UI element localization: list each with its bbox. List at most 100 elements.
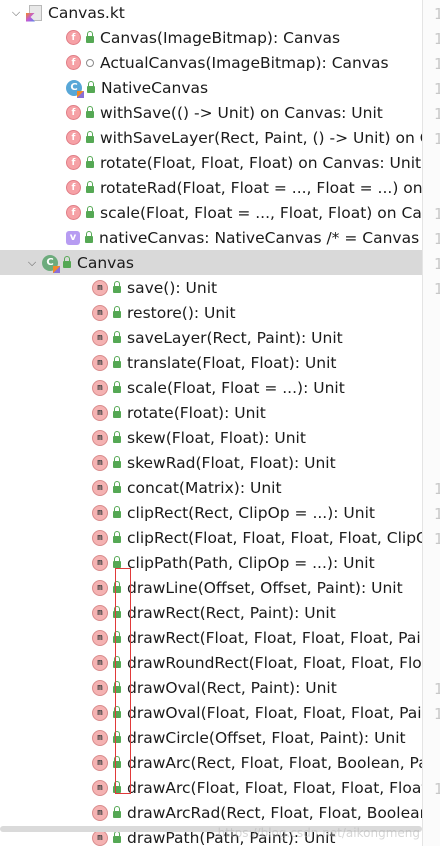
method-icon: m — [92, 404, 108, 421]
function-icon: f — [66, 55, 81, 70]
public-visibility-icon — [86, 106, 94, 118]
method-item[interactable]: m drawArcRad(Rect, Float, Float, Boolean,… — [0, 800, 422, 825]
method-item[interactable]: m drawArc(Float, Float, Float, Float, Flo… — [0, 775, 422, 800]
tree-node[interactable]: f withSaveLayer(Rect, Paint, () -> Unit) … — [0, 125, 422, 150]
method-item[interactable]: m rotate(Float): Unit — [0, 400, 422, 425]
node-label: rotate(Float, Float, Float) on Canvas: U… — [100, 153, 422, 172]
tree-node[interactable]: f ActualCanvas(ImageBitmap): Canvas — [0, 50, 422, 75]
public-visibility-icon — [63, 256, 71, 268]
line-number: 1 — [434, 130, 440, 148]
public-visibility-icon — [113, 831, 121, 843]
method-item[interactable]: m concat(Matrix): Unit — [0, 475, 422, 500]
node-label: nativeCanvas: NativeCanvas /* = Canvas *… — [99, 228, 422, 247]
method-item[interactable]: m drawOval(Float, Float, Float, Float, Pa… — [0, 700, 422, 725]
method-item[interactable]: m saveLayer(Rect, Paint): Unit — [0, 325, 422, 350]
public-visibility-icon — [86, 181, 94, 193]
class-icon: C — [42, 254, 60, 273]
public-visibility-icon — [113, 406, 121, 418]
method-icon: m — [92, 654, 108, 671]
method-icon: m — [92, 804, 108, 821]
method-item[interactable]: m save(): Unit — [0, 275, 422, 300]
method-item[interactable]: m restore(): Unit — [0, 300, 422, 325]
method-item[interactable]: m drawCircle(Offset, Float, Paint): Unit — [0, 725, 422, 750]
method-item[interactable]: m clipRect(Rect, ClipOp = ...): Unit — [0, 500, 422, 525]
public-visibility-icon — [113, 481, 121, 493]
method-item[interactable]: m clipRect(Float, Float, Float, Float, Cl… — [0, 525, 422, 550]
node-label: drawCircle(Offset, Float, Paint): Unit — [127, 728, 406, 747]
method-item[interactable]: m drawRect(Float, Float, Float, Float, Pa… — [0, 625, 422, 650]
method-icon: m — [92, 454, 108, 471]
tree-node[interactable]: v nativeCanvas: NativeCanvas /* = Canvas … — [0, 225, 422, 250]
public-visibility-icon — [113, 556, 121, 568]
node-label: drawRect(Rect, Paint): Unit — [127, 603, 336, 622]
method-icon: m — [92, 629, 108, 646]
line-number: 1 — [434, 505, 440, 523]
expand-arrow-icon[interactable]: ⌵ — [10, 6, 22, 20]
line-number: 1 — [434, 205, 440, 223]
line-number: 1 — [434, 530, 440, 548]
line-number: 1 — [434, 780, 440, 798]
method-item[interactable]: m scale(Float, Float = ...): Unit — [0, 375, 422, 400]
property-icon: v — [66, 230, 80, 245]
node-label: skew(Float, Float): Unit — [127, 428, 306, 447]
tree-node[interactable]: f scale(Float, Float = ..., Float, Float)… — [0, 200, 422, 225]
node-label: saveLayer(Rect, Paint): Unit — [127, 328, 343, 347]
public-visibility-icon — [113, 456, 121, 468]
function-icon: f — [66, 30, 81, 45]
node-label: drawArc(Rect, Float, Float, Boolean, Pai… — [127, 753, 422, 772]
node-label: drawArcRad(Rect, Float, Float, Boolean, … — [127, 803, 422, 822]
tree-node[interactable]: ⌵ C Canvas — [0, 250, 440, 275]
highlight-box — [115, 568, 131, 794]
node-label: skewRad(Float, Float): Unit — [127, 453, 336, 472]
tree-node[interactable]: C NativeCanvas — [0, 75, 422, 100]
method-item[interactable]: m drawLine(Offset, Offset, Paint): Unit — [0, 575, 422, 600]
tree-node[interactable]: f rotate(Float, Float, Float) on Canvas: … — [0, 150, 422, 175]
kotlin-file-icon — [26, 4, 44, 22]
method-item[interactable]: m drawArc(Rect, Float, Float, Boolean, Pa… — [0, 750, 422, 775]
method-icon: m — [92, 529, 108, 546]
node-label: withSaveLayer(Rect, Paint, () -> Unit) o… — [100, 128, 422, 147]
method-icon: m — [92, 704, 108, 721]
method-icon: m — [92, 754, 108, 771]
method-item[interactable]: m clipPath(Path, ClipOp = ...): Unit — [0, 550, 422, 575]
method-icon: m — [92, 354, 108, 371]
internal-visibility-icon — [86, 58, 94, 67]
tree-node[interactable]: f rotateRad(Float, Float = ..., Float = .… — [0, 175, 422, 200]
method-icon: m — [92, 604, 108, 621]
line-number: 1 — [434, 230, 440, 248]
tree-node[interactable]: f withSave(() -> Unit) on Canvas: Unit — [0, 100, 422, 125]
line-number: 1 — [434, 105, 440, 123]
method-item[interactable]: m translate(Float, Float): Unit — [0, 350, 422, 375]
node-label: translate(Float, Float): Unit — [127, 353, 337, 372]
line-number: 1 — [434, 5, 440, 23]
node-label: drawArc(Float, Float, Float, Float, Floa… — [127, 778, 422, 797]
method-item[interactable]: m skew(Float, Float): Unit — [0, 425, 422, 450]
watermark: https://blog.csdn.net/aikongmeng — [217, 826, 420, 840]
method-item[interactable]: m drawRect(Rect, Paint): Unit — [0, 600, 422, 625]
method-icon: m — [92, 729, 108, 746]
public-visibility-icon — [113, 381, 121, 393]
method-item[interactable]: m drawOval(Rect, Paint): Unit — [0, 675, 422, 700]
public-visibility-icon — [86, 131, 94, 143]
function-icon: f — [66, 105, 81, 120]
method-item[interactable]: m skewRad(Float, Float): Unit — [0, 450, 422, 475]
line-number: 1 — [434, 55, 440, 73]
function-icon: f — [66, 180, 81, 195]
public-visibility-icon — [86, 206, 94, 218]
structure-tree: ⌵ Canvas.kt f Canvas(ImageBitmap): Canvas f A… — [0, 0, 440, 847]
node-label: drawRect(Float, Float, Float, Float, Pai… — [127, 628, 422, 647]
node-label: rotateRad(Float, Float = ..., Float = ..… — [100, 178, 422, 197]
tree-node[interactable]: f Canvas(ImageBitmap): Canvas — [0, 25, 422, 50]
file-node[interactable]: ⌵ Canvas.kt — [0, 0, 422, 25]
method-icon: m — [92, 504, 108, 521]
node-label: rotate(Float): Unit — [127, 403, 266, 422]
method-icon: m — [92, 579, 108, 596]
public-visibility-icon — [113, 531, 121, 543]
public-visibility-icon — [86, 31, 94, 43]
node-label: concat(Matrix): Unit — [127, 478, 282, 497]
node-label: drawRoundRect(Float, Float, Float, Float… — [127, 653, 422, 672]
line-number: 1 — [434, 255, 440, 273]
method-item[interactable]: m drawRoundRect(Float, Float, Float, Floa… — [0, 650, 422, 675]
expand-arrow-icon[interactable]: ⌵ — [26, 256, 38, 270]
line-number: 1 — [434, 705, 440, 723]
